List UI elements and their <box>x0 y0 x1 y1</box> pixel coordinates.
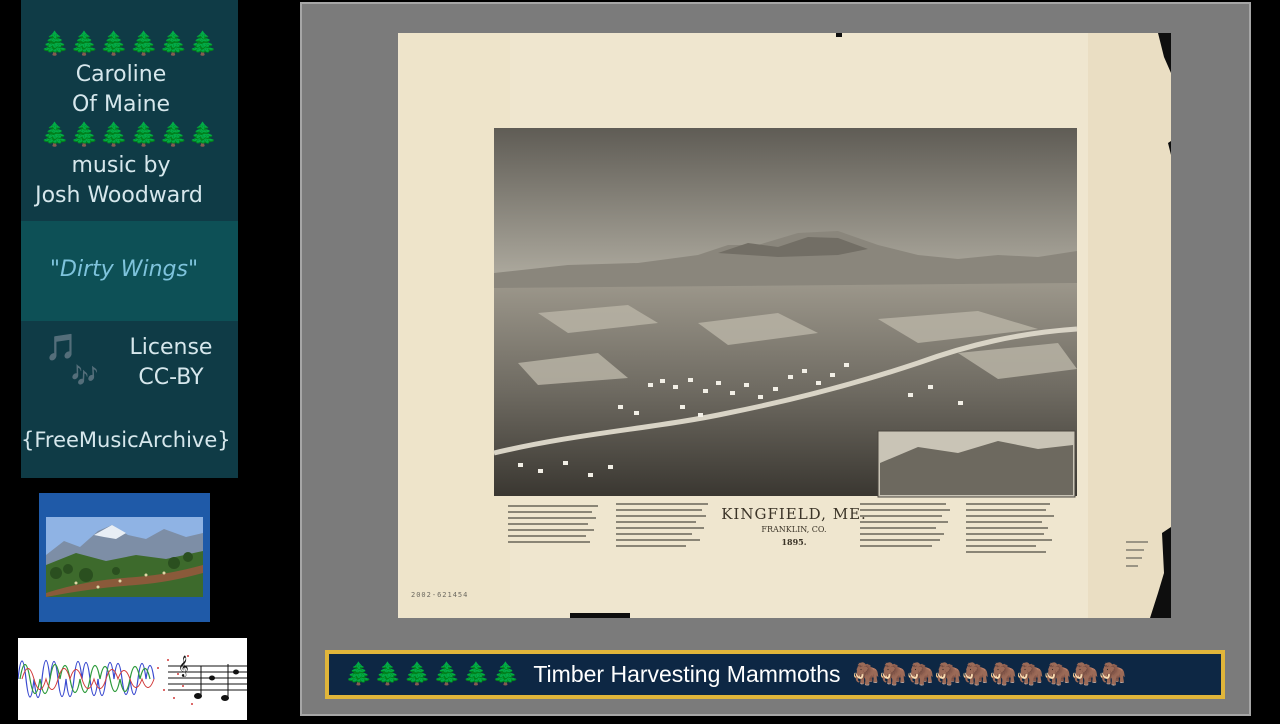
license-type: CC-BY <box>138 365 204 390</box>
track-title-box: "Dirty Wings" <box>21 221 238 321</box>
map-call-number: 2002-621454 <box>411 591 469 599</box>
album-art-thumbnail <box>39 493 210 622</box>
song-info-panel: 🌲🌲🌲🌲🌲🌲 Caroline Of Maine 🌲🌲🌲🌲🌲🌲 music by… <box>21 0 238 478</box>
banner-tree-icons: 🌲🌲🌲🌲🌲🌲 <box>345 662 522 687</box>
map-title: KINGFIELD, ME. <box>721 505 867 523</box>
audio-waveform-visual: 𝄞 <box>17 638 247 720</box>
source-label: {FreeMusicArchive} <box>21 428 231 452</box>
license-label: License <box>129 335 213 360</box>
banner-mammoth-icons: 🦣🦣🦣🦣🦣🦣🦣🦣🦣🦣 <box>852 662 1127 687</box>
music-notes-icon: 🎶 <box>71 364 99 389</box>
music-note-icon: 🎵 <box>45 333 78 363</box>
historic-map-print: KINGFIELD, ME. FRANKLIN, CO. 1895. 2002-… <box>398 33 1171 618</box>
album-title: Timber Harvesting Mammoths <box>533 661 841 687</box>
artist-name-line1: Caroline <box>75 62 167 87</box>
svg-text:𝄞: 𝄞 <box>178 656 189 677</box>
album-title-banner: 🌲🌲🌲🌲🌲🌲 Timber Harvesting Mammoths 🦣🦣🦣🦣🦣🦣… <box>325 650 1225 699</box>
mountain-landscape-image <box>46 517 203 597</box>
map-year: 1895. <box>781 537 807 547</box>
track-title: "Dirty Wings" <box>49 257 199 282</box>
composer-name: Josh Woodward <box>35 183 203 208</box>
tree-row-middle: 🌲🌲🌲🌲🌲🌲 <box>40 122 219 148</box>
map-county: FRANKLIN, CO. <box>761 525 827 534</box>
artist-name-line2: Of Maine <box>71 92 171 117</box>
tree-row-top: 🌲🌲🌲🌲🌲🌲 <box>40 31 219 57</box>
banner-inner: 🌲🌲🌲🌲🌲🌲 Timber Harvesting Mammoths 🦣🦣🦣🦣🦣🦣… <box>329 654 1221 695</box>
main-artwork-frame: KINGFIELD, ME. FRANKLIN, CO. 1895. 2002-… <box>300 2 1251 716</box>
music-by-label: music by <box>71 153 171 178</box>
map-title-block: KINGFIELD, ME. FRANKLIN, CO. 1895. <box>694 505 894 547</box>
